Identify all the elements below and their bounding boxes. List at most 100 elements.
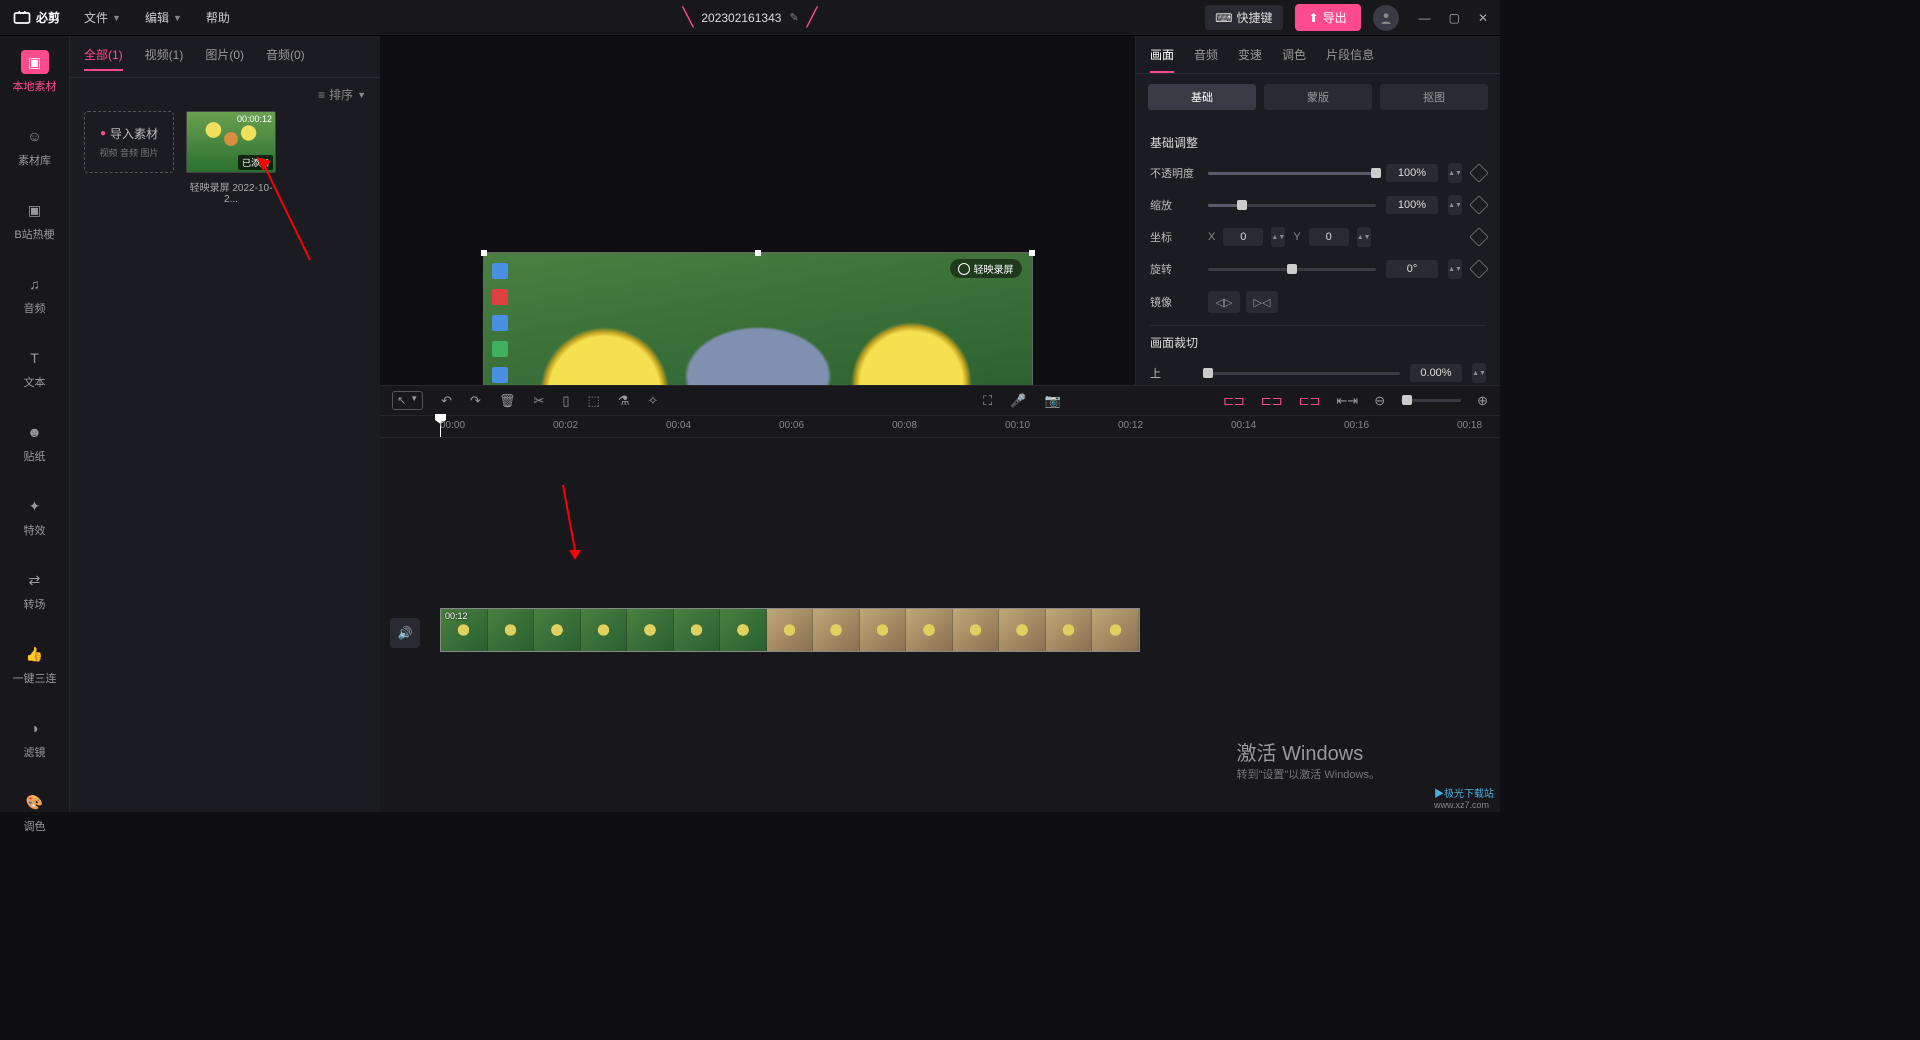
close-button[interactable]: ✕ xyxy=(1478,11,1488,25)
media-clip[interactable]: 00:00:12 已添加 轻映录屏 2022-10-2... xyxy=(186,111,276,205)
crop-top-slider[interactable] xyxy=(1208,372,1400,375)
rotation-slider[interactable] xyxy=(1208,268,1376,271)
user-avatar[interactable] xyxy=(1373,5,1399,31)
opacity-row: 不透明度 100% ▲▼ xyxy=(1150,163,1486,183)
nav-library[interactable]: ☺素材库 xyxy=(5,118,65,174)
subtab-cutout[interactable]: 抠图 xyxy=(1380,84,1488,110)
magnet-button[interactable]: ⊏⊐ xyxy=(1299,393,1321,409)
timeline-toolbar: ↖ ▼ ↶ ↷ 🗑 ✂ ▯ ⬚ ⚗ ✧ ⛶ 🎤 📷 ⊏⊐ ⊏⊐ ⊏⊐ ⇤⇥ ⊖ … xyxy=(380,386,1500,416)
scale-slider[interactable] xyxy=(1208,204,1376,207)
nav-audio[interactable]: ♫音频 xyxy=(5,266,65,322)
nav-effects[interactable]: ✦特效 xyxy=(5,488,65,544)
cursor-tool[interactable]: ↖ ▼ xyxy=(392,391,423,410)
nav-local-media[interactable]: ▣本地素材 xyxy=(5,44,65,100)
opacity-slider[interactable] xyxy=(1208,172,1376,175)
tab-picture[interactable]: 画面 xyxy=(1150,46,1174,73)
scale-keyframe[interactable] xyxy=(1469,195,1489,215)
track-mute-button[interactable]: 🔊 xyxy=(390,618,420,648)
project-title: 202302161343 xyxy=(701,11,781,25)
media-tabs: 全部(1) 视频(1) 图片(0) 音频(0) xyxy=(70,36,380,78)
tab-audio[interactable]: 音频 xyxy=(1194,46,1218,73)
position-row: 坐标 X 0 ▲▼ Y 0 ▲▼ xyxy=(1150,227,1486,247)
transition-icon: ⇄ xyxy=(21,568,49,592)
adjust-button[interactable]: ⚗ xyxy=(618,393,630,409)
top-bar: 必剪 文件▼ 编辑▼ 帮助 ╲ 202302161343 ✎ ╱ ⌨快捷键 ⬆导… xyxy=(0,0,1500,36)
tv-icon: ▣ xyxy=(21,198,49,222)
timeline-clip[interactable]: 00:12 xyxy=(440,608,1140,652)
mirror-horizontal-button[interactable]: ◁▷ xyxy=(1208,291,1240,313)
record-audio-button[interactable]: 🎤 xyxy=(1010,393,1026,409)
thumbs-icon: 👍 xyxy=(21,642,49,666)
nav-triple[interactable]: 👍一键三连 xyxy=(5,636,65,692)
link-button[interactable]: ⊏⊐ xyxy=(1261,393,1283,409)
nav-sticker[interactable]: ☻贴纸 xyxy=(5,414,65,470)
window-controls: — ▢ ✕ xyxy=(1419,11,1488,25)
minimize-button[interactable]: — xyxy=(1419,11,1431,25)
subtab-mask[interactable]: 蒙版 xyxy=(1264,84,1372,110)
crop-top-spinner[interactable]: ▲▼ xyxy=(1472,363,1486,383)
menu-file[interactable]: 文件▼ xyxy=(84,9,121,26)
export-button[interactable]: ⬆导出 xyxy=(1295,4,1361,31)
zoom-fit-button[interactable]: ⇤⇥ xyxy=(1336,393,1358,409)
edit-title-icon[interactable]: ✎ xyxy=(789,11,798,24)
position-x-input[interactable]: 0 xyxy=(1223,228,1263,246)
menu-edit[interactable]: 编辑▼ xyxy=(145,9,182,26)
zoom-out-button[interactable]: ⊖ xyxy=(1374,393,1385,409)
record-video-button[interactable]: 📷 xyxy=(1044,393,1060,409)
clip-thumbnail: 00:00:12 已添加 xyxy=(186,111,276,173)
app-logo: 必剪 xyxy=(12,8,60,28)
media-tab-audio[interactable]: 音频(0) xyxy=(266,46,305,71)
maximize-button[interactable]: ▢ xyxy=(1449,11,1460,25)
nav-color[interactable]: 🎨调色 xyxy=(5,784,65,840)
rotation-keyframe[interactable] xyxy=(1469,259,1489,279)
position-y-spinner[interactable]: ▲▼ xyxy=(1357,227,1371,247)
mirror-vertical-button[interactable]: ▷◁ xyxy=(1246,291,1278,313)
timeline-tracks[interactable]: 🔊 00:12 xyxy=(380,438,1500,812)
hotkey-button[interactable]: ⌨快捷键 xyxy=(1205,5,1282,30)
sort-control[interactable]: ≡ 排序 ▼ xyxy=(70,78,380,111)
crop-tool[interactable]: ▯ xyxy=(562,393,569,409)
opacity-value[interactable]: 100% xyxy=(1386,164,1438,182)
nav-filter[interactable]: ◑滤镜 xyxy=(5,710,65,766)
rotation-spinner[interactable]: ▲▼ xyxy=(1448,259,1462,279)
position-keyframe[interactable] xyxy=(1469,227,1489,247)
position-y-input[interactable]: 0 xyxy=(1309,228,1349,246)
import-media-button[interactable]: ●导入素材 视频 音频 图片 xyxy=(84,111,174,173)
split-button[interactable]: ✂ xyxy=(533,393,544,409)
timeline-ruler[interactable]: 00:00 00:02 00:04 00:06 00:08 00:10 00:1… xyxy=(380,416,1500,438)
nav-bilibili-trends[interactable]: ▣B站热梗 xyxy=(5,192,65,248)
delete-button[interactable]: 🗑 xyxy=(499,393,516,409)
scale-value[interactable]: 100% xyxy=(1386,196,1438,214)
capture-button[interactable]: ⛶ xyxy=(983,393,992,409)
topbar-right: ⌨快捷键 ⬆导出 — ▢ ✕ xyxy=(1205,4,1488,31)
snap-button[interactable]: ⊏⊐ xyxy=(1223,393,1245,409)
opacity-keyframe[interactable] xyxy=(1469,163,1489,183)
undo-button[interactable]: ↶ xyxy=(441,393,452,409)
main-menu: 文件▼ 编辑▼ 帮助 xyxy=(84,9,230,26)
project-title-wrap: ╲ 202302161343 ✎ ╱ xyxy=(683,7,818,28)
section-basic-title: 基础调整 xyxy=(1150,134,1486,151)
chevron-down-icon: ▼ xyxy=(357,90,366,100)
scale-spinner[interactable]: ▲▼ xyxy=(1448,195,1462,215)
subtab-basic[interactable]: 基础 xyxy=(1148,84,1256,110)
menu-help[interactable]: 帮助 xyxy=(206,9,230,26)
media-tab-video[interactable]: 视频(1) xyxy=(145,46,184,71)
crop-top-value[interactable]: 0.00% xyxy=(1410,364,1462,382)
text-icon: T xyxy=(21,346,49,370)
redo-button[interactable]: ↷ xyxy=(470,393,481,409)
tab-clip-info[interactable]: 片段信息 xyxy=(1326,46,1374,73)
zoom-slider[interactable] xyxy=(1401,399,1461,402)
tab-color[interactable]: 调色 xyxy=(1282,46,1306,73)
magic-button[interactable]: ✧ xyxy=(647,393,658,409)
freeze-frame-button[interactable]: ⬚ xyxy=(588,393,600,409)
rotation-value[interactable]: 0° xyxy=(1386,260,1438,278)
tab-speed[interactable]: 变速 xyxy=(1238,46,1262,73)
zoom-in-button[interactable]: ⊕ xyxy=(1477,393,1488,409)
nav-transition[interactable]: ⇄转场 xyxy=(5,562,65,618)
media-tab-image[interactable]: 图片(0) xyxy=(205,46,244,71)
media-tab-all[interactable]: 全部(1) xyxy=(84,46,123,71)
opacity-spinner[interactable]: ▲▼ xyxy=(1448,163,1462,183)
nav-text[interactable]: T文本 xyxy=(5,340,65,396)
position-x-spinner[interactable]: ▲▼ xyxy=(1271,227,1285,247)
folder-icon: ▣ xyxy=(21,50,49,74)
